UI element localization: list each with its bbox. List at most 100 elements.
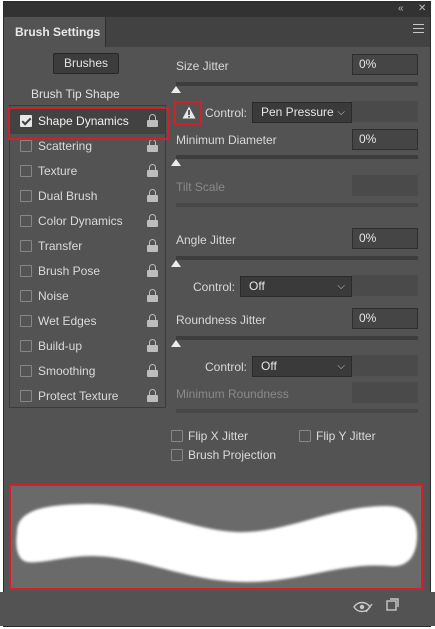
angle-jitter-slider[interactable]	[176, 256, 418, 260]
slider-thumb[interactable]	[171, 86, 181, 93]
roundness-jitter-label: Roundness Jitter	[176, 313, 267, 327]
option-label: Color Dynamics	[38, 214, 123, 228]
eye-toggle-icon[interactable]	[353, 601, 373, 613]
min-roundness-field	[352, 382, 418, 403]
scattering-checkbox[interactable]	[20, 140, 32, 152]
transfer-checkbox[interactable]	[20, 240, 32, 252]
min-roundness-slider	[176, 409, 418, 413]
selection-highlight	[8, 107, 169, 140]
build-up-checkbox[interactable]	[20, 340, 32, 352]
roundness-jitter-slider[interactable]	[176, 336, 418, 340]
panel-top-bar: « ✕	[4, 2, 430, 17]
lock-icon[interactable]	[147, 264, 158, 277]
size-jitter-label: Size Jitter	[176, 59, 229, 73]
roundness-control-dropdown[interactable]: Off ⌵	[252, 356, 352, 377]
option-transfer[interactable]: Transfer	[10, 234, 165, 259]
chevron-down-icon: ⌵	[337, 361, 345, 372]
roundness-control-extra-field	[352, 355, 418, 376]
hamburger-menu-icon[interactable]	[413, 24, 424, 33]
brush-stroke-preview	[9, 484, 423, 590]
option-texture[interactable]: Texture	[10, 159, 165, 184]
smoothing-checkbox[interactable]	[20, 365, 32, 377]
min-diameter-field[interactable]: 0%	[352, 129, 418, 150]
texture-checkbox[interactable]	[20, 165, 32, 177]
warning-highlight	[174, 101, 202, 125]
option-label: Brush Pose	[38, 264, 101, 278]
option-dual-brush[interactable]: Dual Brush	[10, 184, 165, 209]
lock-icon[interactable]	[147, 189, 158, 202]
roundness-control-value: Off	[261, 359, 277, 373]
option-label: Smoothing	[38, 364, 96, 378]
option-label: Build-up	[38, 339, 83, 353]
slider-thumb[interactable]	[171, 159, 181, 166]
option-label: Transfer	[38, 239, 83, 253]
brush-projection-label: Brush Projection	[188, 448, 277, 462]
lock-icon[interactable]	[147, 289, 158, 302]
lock-icon[interactable]	[147, 314, 158, 327]
option-smoothing[interactable]: Smoothing	[10, 359, 165, 384]
flip-y-label: Flip Y Jitter	[316, 429, 376, 443]
tilt-scale-label: Tilt Scale	[176, 180, 225, 194]
flip-x-box[interactable]	[171, 430, 183, 442]
option-brush-pose[interactable]: Brush Pose	[10, 259, 165, 284]
slider-thumb[interactable]	[171, 340, 181, 347]
wet-edges-checkbox[interactable]	[20, 315, 32, 327]
protect-texture-checkbox[interactable]	[20, 390, 32, 402]
panel-tab-bar: Brush Settings	[4, 17, 430, 47]
lock-icon[interactable]	[147, 139, 158, 152]
brush-stroke-shape	[16, 504, 418, 582]
brush-pose-checkbox[interactable]	[20, 265, 32, 277]
angle-control-extra-field	[352, 275, 418, 296]
size-jitter-slider[interactable]	[176, 82, 418, 86]
roundness-jitter-field[interactable]: 0%	[352, 308, 418, 329]
option-label: Texture	[38, 164, 78, 178]
slider-thumb[interactable]	[171, 260, 181, 267]
flip-x-label: Flip X Jitter	[188, 429, 249, 443]
lock-icon[interactable]	[147, 389, 158, 402]
tilt-scale-slider	[176, 203, 418, 207]
dual-brush-checkbox[interactable]	[20, 190, 32, 202]
option-wet-edges[interactable]: Wet Edges	[10, 309, 165, 334]
roundness-control-label: Control:	[205, 360, 248, 374]
option-label: Protect Texture	[38, 389, 119, 403]
size-control-extra-field	[352, 101, 418, 122]
close-icon[interactable]: ✕	[418, 3, 426, 14]
option-build-up[interactable]: Build-up	[10, 334, 165, 359]
min-diameter-slider[interactable]	[176, 155, 418, 159]
noise-checkbox[interactable]	[20, 290, 32, 302]
lock-icon[interactable]	[147, 164, 158, 177]
color-dynamics-checkbox[interactable]	[20, 215, 32, 227]
size-control-label: Control:	[205, 106, 248, 120]
angle-control-label: Control:	[193, 280, 236, 294]
option-label: Wet Edges	[38, 314, 97, 328]
option-label: Dual Brush	[38, 189, 98, 203]
tilt-scale-field	[352, 175, 418, 196]
brush-tip-shape-item[interactable]: Brush Tip Shape	[31, 87, 120, 101]
brush-options-list: Shape Dynamics Scattering Texture Dual B…	[9, 105, 166, 408]
min-roundness-label: Minimum Roundness	[176, 387, 289, 401]
min-diameter-label: Minimum Diameter	[176, 133, 277, 147]
lock-icon[interactable]	[147, 339, 158, 352]
angle-jitter-field[interactable]: 0%	[352, 228, 418, 249]
brushes-button[interactable]: Brushes	[53, 53, 119, 74]
angle-control-value: Off	[249, 279, 265, 293]
chevron-down-icon: ⌵	[337, 281, 345, 292]
double-chevron-icon[interactable]: «	[398, 3, 404, 14]
option-color-dynamics[interactable]: Color Dynamics	[10, 209, 165, 234]
lock-icon[interactable]	[147, 239, 158, 252]
tab-brush-settings[interactable]: Brush Settings	[4, 17, 106, 47]
flip-y-box[interactable]	[299, 430, 311, 442]
lock-icon[interactable]	[147, 364, 158, 377]
option-noise[interactable]: Noise	[10, 284, 165, 309]
size-control-value: Pen Pressure	[261, 105, 334, 119]
chevron-down-icon: ⌵	[337, 107, 345, 118]
option-label: Noise	[38, 289, 69, 303]
angle-jitter-label: Angle Jitter	[176, 233, 237, 247]
new-preset-icon[interactable]	[386, 598, 399, 611]
lock-icon[interactable]	[147, 214, 158, 227]
size-control-dropdown[interactable]: Pen Pressure ⌵	[252, 102, 352, 123]
option-protect-texture[interactable]: Protect Texture	[10, 384, 165, 409]
brush-projection-box[interactable]	[171, 449, 183, 461]
angle-control-dropdown[interactable]: Off ⌵	[240, 276, 352, 297]
size-jitter-field[interactable]: 0%	[352, 54, 418, 75]
